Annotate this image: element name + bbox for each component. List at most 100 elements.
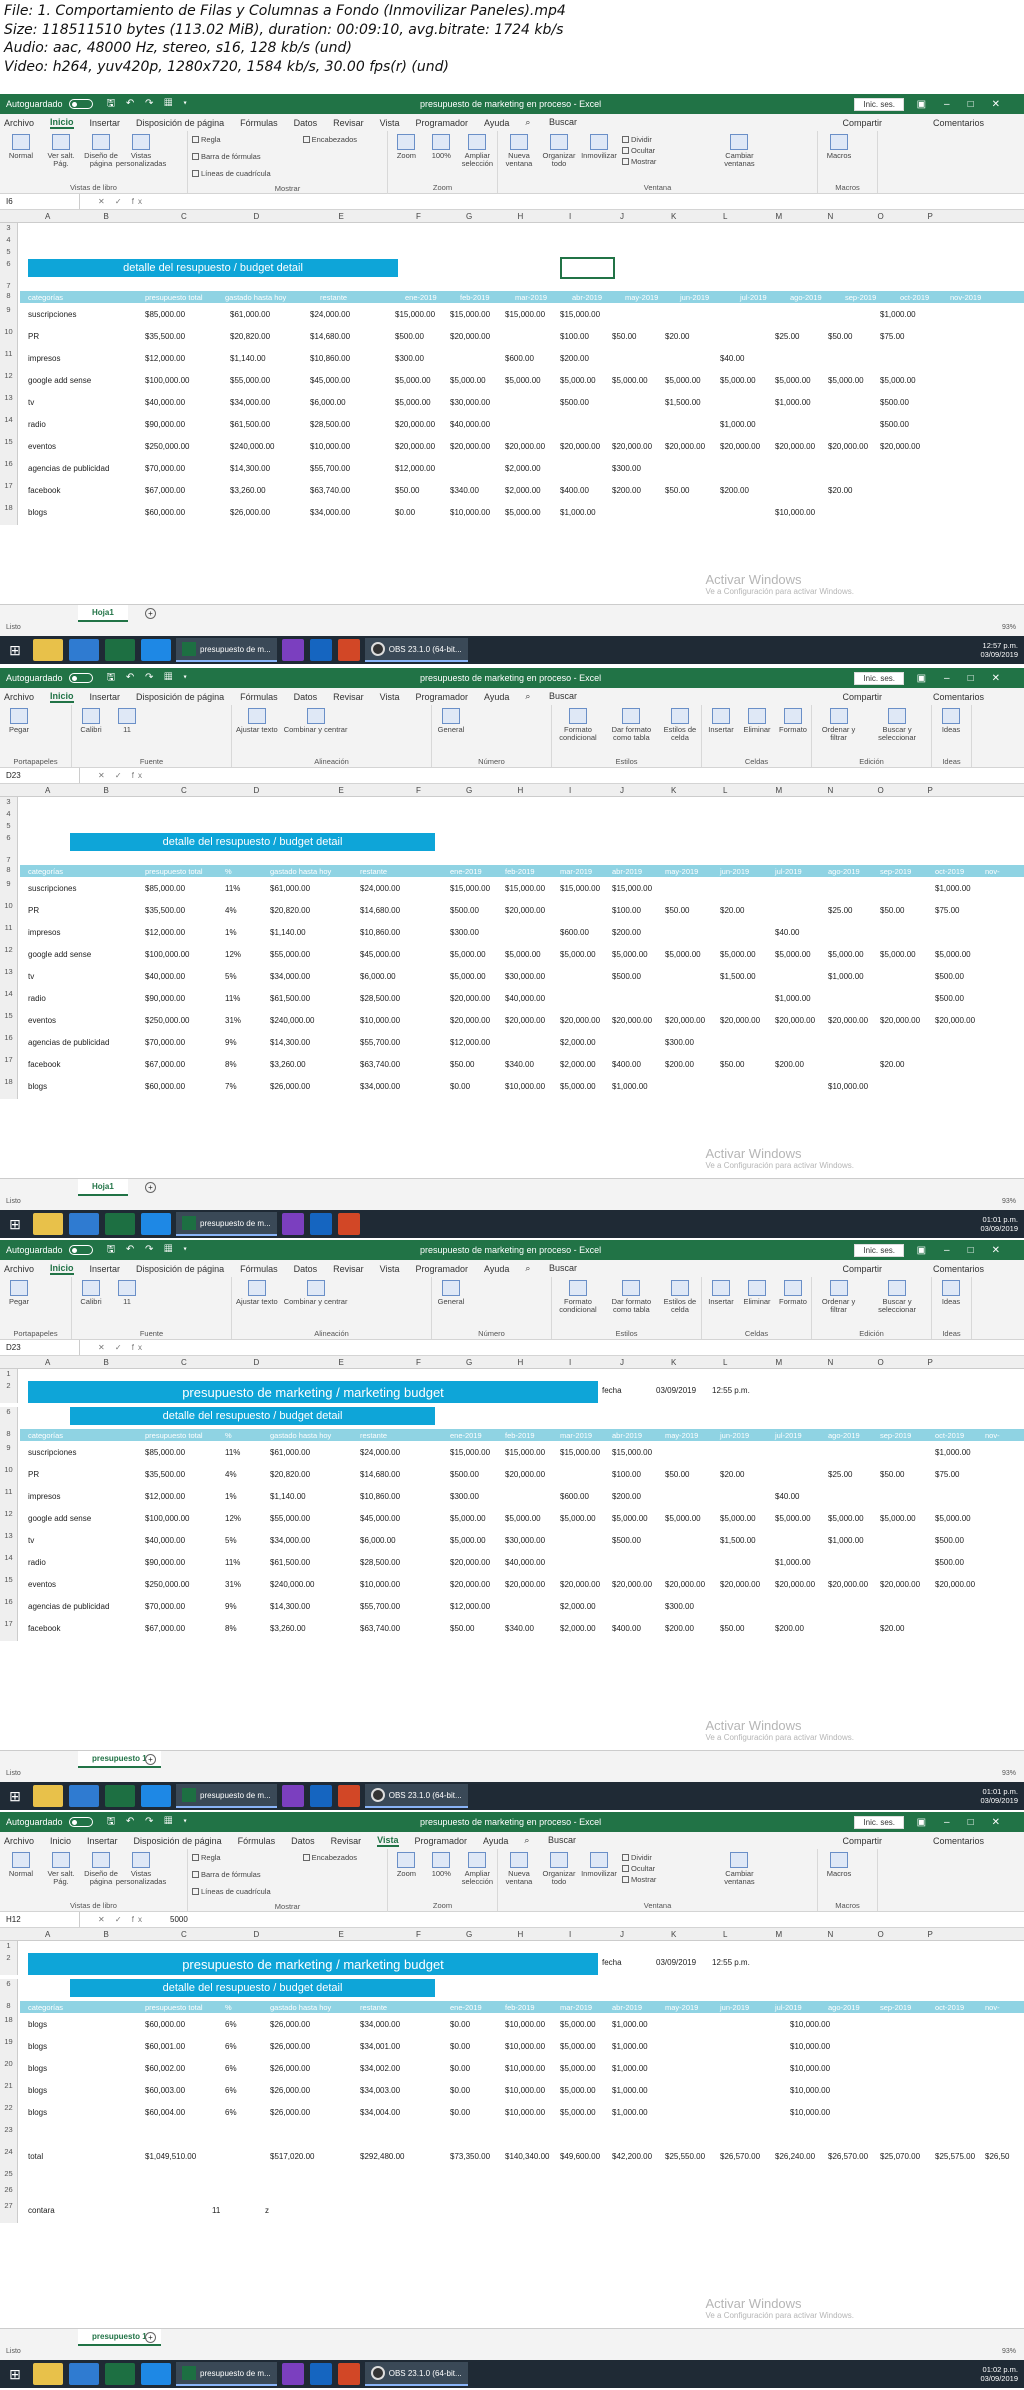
cell[interactable]: $15,000.00 <box>505 310 545 319</box>
tab-archivo[interactable]: Archivo <box>4 1264 34 1274</box>
column-header[interactable]: B <box>104 1358 109 1367</box>
cell[interactable]: $20,000.00 <box>505 442 545 451</box>
cell[interactable]: PR <box>28 1470 39 1479</box>
cell[interactable]: $5,000.00 <box>775 376 811 385</box>
taskbar-app-icon[interactable] <box>33 1785 63 1807</box>
tab-vista[interactable]: Vista <box>380 118 400 128</box>
cell[interactable]: $5,000.00 <box>720 376 756 385</box>
cell[interactable]: $20,000.00 <box>450 1016 490 1025</box>
cell[interactable]: $20,000.00 <box>505 1016 545 1025</box>
cell[interactable]: $3,260.00 <box>230 486 266 495</box>
cell[interactable]: $5,000.00 <box>612 1514 648 1523</box>
cell[interactable]: $63,740.00 <box>360 1060 400 1069</box>
cell[interactable]: $15,000.00 <box>450 1448 490 1457</box>
tab-insertar[interactable]: Insertar <box>87 1836 118 1846</box>
taskbar-app-icon[interactable] <box>337 639 360 661</box>
cell[interactable]: blogs <box>28 2042 47 2051</box>
cell[interactable]: $15,000.00 <box>505 884 545 893</box>
cell[interactable]: 9% <box>225 1038 237 1047</box>
column-header[interactable]: M <box>776 1930 783 1939</box>
cell[interactable]: $20,000.00 <box>450 994 490 1003</box>
cell[interactable]: 6% <box>225 2086 237 2095</box>
cell[interactable]: $63,740.00 <box>310 486 350 495</box>
column-header[interactable]: D <box>254 786 260 795</box>
column-header[interactable]: M <box>776 1358 783 1367</box>
zoom-button[interactable]: Zoom <box>392 1852 421 1908</box>
cell[interactable]: $500.00 <box>450 906 479 915</box>
column-header[interactable]: F <box>416 1358 421 1367</box>
cell[interactable]: $500.00 <box>612 1536 641 1545</box>
cell[interactable]: $5,000.00 <box>560 1514 596 1523</box>
cell[interactable]: $45,000.00 <box>360 950 400 959</box>
windows-start-icon[interactable]: ⊞ <box>0 636 30 664</box>
cell[interactable]: $12,000.00 <box>395 464 435 473</box>
cell[interactable]: $15,000.00 <box>560 884 600 893</box>
ribbon-button[interactable]: 11 <box>112 708 142 764</box>
cell[interactable]: $10,000.00 <box>828 1082 868 1091</box>
taskbar-clock[interactable]: 01:02 p.m. 03/09/2019 <box>980 2365 1018 2383</box>
taskbar-app-icon[interactable] <box>309 639 332 661</box>
windows-start-icon[interactable]: ⊞ <box>0 1210 30 1238</box>
cell[interactable]: $5,000.00 <box>935 950 971 959</box>
window-button[interactable]: Inmovilizar <box>581 134 617 190</box>
cell[interactable]: $34,001.00 <box>360 2042 400 2051</box>
zoom-button[interactable]: Ampliar selección <box>462 1852 493 1908</box>
column-header[interactable]: A <box>45 1358 50 1367</box>
column-header[interactable]: F <box>416 212 421 221</box>
cell[interactable]: $2,000.00 <box>505 464 541 473</box>
cell[interactable]: $75.00 <box>935 906 959 915</box>
column-header[interactable]: K <box>671 212 676 221</box>
cell[interactable]: 11% <box>225 1558 240 1567</box>
cell[interactable]: suscripciones <box>28 884 76 893</box>
cell[interactable]: $20,000.00 <box>720 442 760 451</box>
cell[interactable]: $10,000.00 <box>775 508 815 517</box>
cell[interactable]: $10,000.00 <box>790 2108 830 2117</box>
cell[interactable]: 8% <box>225 1060 237 1069</box>
fecha-time[interactable]: 12:55 p.m. <box>712 1386 750 1395</box>
name-box[interactable]: I6 <box>0 194 80 209</box>
total-cell[interactable]: $73,350.00 <box>450 2152 490 2161</box>
ribbon-button[interactable]: Insertar <box>706 1280 736 1336</box>
show-checkbox[interactable]: Encabezados <box>302 134 383 145</box>
cell[interactable]: $5,000.00 <box>450 950 486 959</box>
cell[interactable]: $5,000.00 <box>560 2108 596 2117</box>
cell[interactable]: $3,260.00 <box>270 1060 306 1069</box>
cell[interactable]: $70,000.00 <box>145 1602 185 1611</box>
cell[interactable]: $50.00 <box>720 1624 744 1633</box>
column-header[interactable]: A <box>45 786 50 795</box>
ribbon-button[interactable]: General <box>436 708 466 764</box>
total-cell[interactable]: $25,070.00 <box>880 2152 920 2161</box>
cell[interactable]: $70,000.00 <box>145 1038 185 1047</box>
sign-in-button[interactable]: Inic. ses. <box>854 1816 904 1829</box>
cell[interactable]: $10,860.00 <box>360 928 400 937</box>
cell[interactable]: $20,000.00 <box>395 420 435 429</box>
cell[interactable]: $40,000.00 <box>145 972 185 981</box>
cell[interactable]: $26,000.00 <box>270 2020 310 2029</box>
cell[interactable]: $300.00 <box>450 1492 479 1501</box>
cell[interactable]: $10,000.00 <box>505 2042 545 2051</box>
cell[interactable]: $5,000.00 <box>828 950 864 959</box>
cell[interactable]: $60,000.00 <box>145 508 185 517</box>
taskbar-app-icon[interactable] <box>69 639 99 661</box>
cell[interactable]: $5,000.00 <box>450 972 486 981</box>
ribbon-button[interactable]: Dar formato como tabla <box>606 1280 657 1336</box>
cell[interactable]: $0.00 <box>395 508 415 517</box>
cell[interactable]: $15,000.00 <box>560 1448 600 1457</box>
cell[interactable]: $45,000.00 <box>310 376 350 385</box>
cell[interactable]: $10,000.00 <box>310 442 350 451</box>
cell[interactable]: $55,700.00 <box>360 1602 400 1611</box>
cell[interactable]: $75.00 <box>935 1470 959 1479</box>
cell[interactable]: $20,000.00 <box>935 1016 975 1025</box>
cell[interactable]: $5,000.00 <box>505 1514 541 1523</box>
ribbon-button[interactable]: Formato condicional <box>556 1280 600 1336</box>
cell[interactable]: 12% <box>225 950 241 959</box>
tab-frmulas[interactable]: Fórmulas <box>238 1836 276 1846</box>
cell[interactable]: $34,000.00 <box>270 972 310 981</box>
autosave-toggle[interactable] <box>68 99 93 109</box>
column-header[interactable]: L <box>723 1930 727 1939</box>
column-header[interactable]: L <box>723 786 727 795</box>
cell[interactable]: $55,700.00 <box>310 464 350 473</box>
tab-datos[interactable]: Datos <box>294 1264 318 1274</box>
taskbar-app-icon[interactable] <box>281 2363 304 2385</box>
cell[interactable]: $14,300.00 <box>270 1038 310 1047</box>
